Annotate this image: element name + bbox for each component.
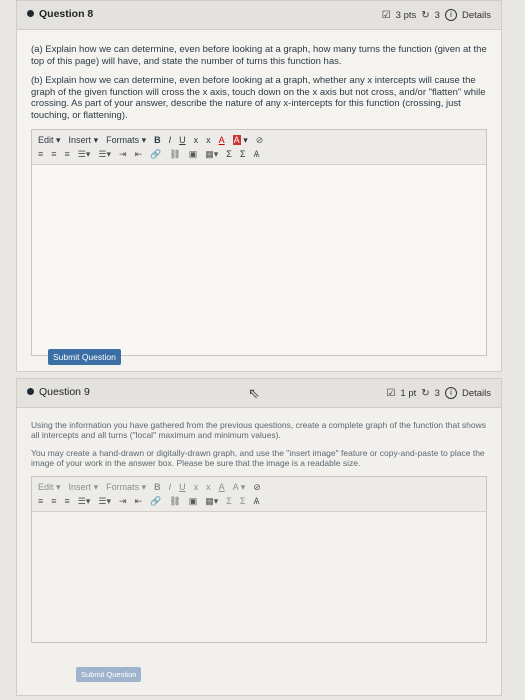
question-8-card: Question 8 ☑ 3 pts ↻ 3 i Details (a) Exp…: [16, 0, 502, 372]
edit-menu[interactable]: Edit ▾: [38, 482, 61, 493]
outdent-icon[interactable]: ⇤: [135, 149, 143, 160]
image-icon[interactable]: ▣: [189, 496, 198, 507]
align-left-icon[interactable]: ≡: [38, 496, 43, 506]
checklist-icon: ☑: [386, 387, 396, 399]
equation-button[interactable]: Σ: [226, 149, 232, 159]
insert-menu[interactable]: Insert ▾: [69, 135, 99, 146]
align-center-icon[interactable]: ≡: [51, 496, 56, 506]
question-header: Question 8 ☑ 3 pts ↻ 3 i Details: [17, 1, 501, 30]
align-right-icon[interactable]: ≡: [65, 496, 70, 506]
answer-area[interactable]: [32, 165, 486, 355]
question-meta: ☑ 1 pt ↻ 3 i Details: [386, 387, 491, 399]
superscript-button[interactable]: x: [206, 135, 211, 145]
outdent-icon[interactable]: ⇤: [135, 496, 143, 507]
clear-format-icon[interactable]: ⊘: [253, 482, 261, 493]
link-icon[interactable]: 🔗: [150, 496, 161, 507]
align-right-icon[interactable]: ≡: [65, 149, 70, 159]
question-title: Question 9: [39, 386, 90, 398]
bg-color-button[interactable]: A ▾: [233, 482, 246, 493]
underline-button[interactable]: U: [179, 135, 186, 145]
insert-menu[interactable]: Insert ▾: [69, 482, 99, 493]
points: 3 pts: [395, 9, 417, 21]
unlink-icon[interactable]: ⛓: [169, 149, 180, 160]
link-icon[interactable]: 🔗: [150, 149, 161, 160]
table-icon[interactable]: ▦▾: [205, 496, 218, 507]
details-link[interactable]: Details: [462, 388, 491, 399]
bullet-list-icon[interactable]: ☰▾: [78, 496, 91, 507]
indent-icon[interactable]: ⇥: [119, 149, 127, 160]
superscript-button[interactable]: x: [206, 482, 211, 492]
special-char-icon[interactable]: Ѧ: [253, 149, 259, 159]
font-color-button[interactable]: A: [219, 135, 225, 145]
formats-menu[interactable]: Formats ▾: [106, 135, 146, 146]
submit-question-9-button[interactable]: Submit Question: [76, 667, 142, 682]
upload-instructions-text: You may create a hand-drawn or digitally…: [31, 448, 485, 468]
rich-text-editor: Edit ▾ Insert ▾ Formats ▾ B I U x x A A …: [31, 129, 487, 356]
rich-text-editor: Edit ▾ Insert ▾ Formats ▾ B I U x x A A …: [31, 476, 487, 643]
instructions-text: Using the information you have gathered …: [31, 420, 487, 440]
equation-button[interactable]: Σ: [226, 496, 232, 506]
numbered-list-icon[interactable]: ☰▾: [98, 149, 111, 160]
clear-format-icon[interactable]: ⊘: [256, 135, 264, 146]
edit-menu[interactable]: Edit ▾: [38, 135, 61, 146]
status-dot-icon: [27, 10, 34, 17]
part-a-text: (a) Explain how we can determine, even b…: [31, 44, 487, 67]
bold-button[interactable]: B: [154, 482, 161, 492]
question-body: (a) Explain how we can determine, even b…: [17, 30, 501, 121]
subscript-button[interactable]: x: [194, 482, 199, 492]
mouse-cursor-icon: ⇖: [248, 385, 260, 401]
attempts: 3: [434, 9, 440, 21]
retry-icon: ↻: [421, 387, 430, 399]
table-icon[interactable]: ▦▾: [205, 149, 218, 160]
formats-menu[interactable]: Formats ▾: [106, 482, 146, 493]
bg-color-button[interactable]: A ▾: [232, 134, 248, 146]
attempts: 3: [434, 387, 440, 399]
info-icon[interactable]: i: [444, 9, 457, 21]
bullet-list-icon[interactable]: ☰▾: [78, 149, 91, 160]
retry-icon: ↻: [421, 9, 430, 21]
submit-question-8-button[interactable]: Submit Question: [48, 349, 121, 365]
italic-button[interactable]: I: [169, 482, 172, 492]
editor-toolbar: Edit ▾ Insert ▾ Formats ▾ B I U x x A A …: [32, 130, 486, 165]
subscript-button[interactable]: x: [194, 135, 199, 145]
details-link[interactable]: Details: [462, 10, 491, 21]
font-color-button[interactable]: A: [219, 482, 225, 492]
advanced-equation-button[interactable]: Σ: [240, 496, 246, 506]
checklist-icon: ☑: [381, 9, 391, 21]
answer-area[interactable]: [32, 512, 486, 642]
advanced-equation-button[interactable]: Σ: [240, 149, 246, 159]
points: 1 pt: [400, 387, 417, 399]
question-9-card: Question 9 ☑ 1 pt ↻ 3 i Details Using th…: [16, 378, 502, 696]
info-icon[interactable]: i: [444, 387, 457, 399]
status-dot-icon: [27, 388, 34, 395]
underline-button[interactable]: U: [179, 482, 186, 492]
editor-toolbar: Edit ▾ Insert ▾ Formats ▾ B I U x x A A …: [32, 477, 486, 512]
numbered-list-icon[interactable]: ☰▾: [98, 496, 111, 507]
align-left-icon[interactable]: ≡: [38, 149, 43, 159]
image-icon[interactable]: ▣: [189, 149, 198, 160]
question-body: Using the information you have gathered …: [17, 408, 501, 468]
unlink-icon[interactable]: ⛓: [169, 496, 180, 507]
question-meta: ☑ 3 pts ↻ 3 i Details: [382, 9, 491, 21]
italic-button[interactable]: I: [169, 135, 172, 145]
special-char-icon[interactable]: Ѧ: [253, 496, 259, 506]
question-title: Question 8: [39, 8, 94, 20]
bold-button[interactable]: B: [154, 135, 161, 145]
align-center-icon[interactable]: ≡: [51, 149, 56, 159]
indent-icon[interactable]: ⇥: [119, 496, 127, 507]
part-b-text: (b) Explain how we can determine, even b…: [31, 75, 486, 121]
